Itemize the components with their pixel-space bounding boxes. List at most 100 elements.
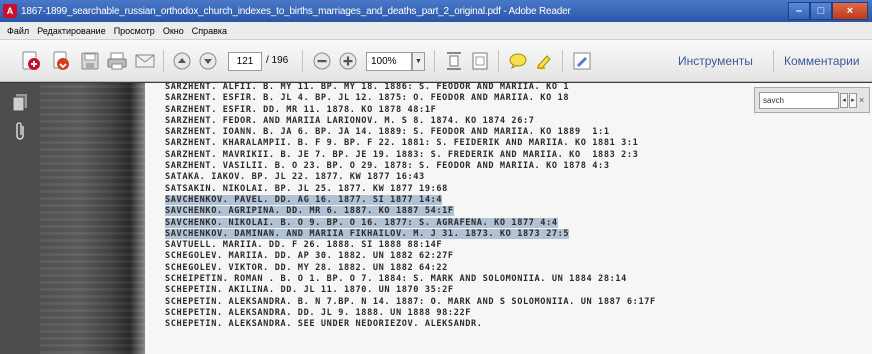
toolbar-separator [163, 50, 164, 72]
speech-bubble-icon [509, 53, 527, 70]
menu-window[interactable]: Окно [159, 26, 188, 36]
page-thumbnails-button[interactable] [10, 91, 30, 113]
index-entry-line: SARZHENT. FEDOR. AND MARIIA LARIONOV. M.… [165, 116, 656, 127]
scanned-page-edge [40, 83, 145, 354]
index-entry-line: SCHEGOLEV. MARIIA. DD. AP 30. 1882. UN 1… [165, 251, 656, 262]
index-entry-line: SARZHENT. MAVRIKII. B. JE 7. BP. JE 19. … [165, 150, 656, 161]
create-pdf-button[interactable] [18, 49, 44, 73]
attachments-button[interactable] [10, 121, 30, 143]
index-entry-line: SAVCHENKOV. DAMINAN. AND MARIIA FIKHAILO… [165, 228, 656, 240]
index-entry-text: SCHEPETIN. AKILINA. DD. JL 11. 1870. UN … [165, 285, 454, 296]
index-entry-line: SCHEPETIN. ALEKSANDRA. DD. JL 9. 1888. U… [165, 308, 656, 319]
menu-file[interactable]: Файл [0, 26, 33, 36]
index-entry-text: SATAKA. IAKOV. BP. JL 22. 1877. KW 1877 … [165, 172, 425, 183]
menu-view[interactable]: Просмотр [110, 26, 159, 36]
index-entry-text: SARZHENT. ESFIR. DD. MR 11. 1878. KO 187… [165, 104, 437, 115]
fit-page-button[interactable] [442, 49, 466, 73]
email-button[interactable] [133, 49, 157, 73]
arrow-up-icon [173, 52, 191, 70]
print-icon [107, 52, 127, 70]
next-page-button[interactable] [196, 49, 220, 73]
find-input[interactable]: savch [759, 91, 839, 109]
page-number-input[interactable]: 121 [228, 52, 262, 71]
navigation-pane [0, 83, 40, 354]
zoom-out-button[interactable] [310, 49, 334, 73]
page-total-label: / 196 [266, 55, 289, 66]
index-entry-text: SCHEPETIN. ALEKSANDRA. B. N 7.BP. N 14. … [165, 296, 656, 307]
create-pdf-icon [22, 51, 40, 70]
index-entry-line: SARZHENT. ESFIR. DD. MR 11. 1878. KO 187… [165, 105, 656, 116]
comment-button[interactable] [506, 49, 530, 73]
index-entry-text: SAVTUELL. MARIIA. DD. F 26. 1888. SI 188… [165, 240, 443, 251]
zoom-level-input[interactable]: 100% [366, 52, 412, 71]
zoom-in-icon [339, 52, 357, 70]
menu-help[interactable]: Справка [188, 26, 231, 36]
index-entry-line: SARZHENT. ALFII. B. MY 11. BP. MY 18. 18… [165, 83, 656, 93]
find-close-icon[interactable]: × [859, 95, 864, 105]
sign-icon [573, 52, 591, 70]
tools-pane-button[interactable]: Инструменты [678, 54, 753, 68]
index-entry-text: SCHEGOLEV. MARIIA. DD. AP 30. 1882. UN 1… [165, 251, 454, 262]
index-entry-text: SAVCHENKO. NIKOLAI. B. O 9. BP. O 16. 18… [165, 217, 558, 228]
paperclip-icon [16, 122, 24, 140]
window-controls: – □ × [788, 2, 868, 20]
fit-width-icon [472, 52, 488, 70]
menu-bar: Файл Редактирование Просмотр Окно Справк… [0, 22, 872, 40]
toolbar-separator [773, 50, 774, 72]
combine-files-button[interactable] [48, 49, 74, 73]
index-entry-text: SARZHENT. FEDOR. AND MARIIA LARIONOV. M.… [165, 115, 535, 126]
index-entry-line: SAVTUELL. MARIIA. DD. F 26. 1888. SI 188… [165, 240, 656, 251]
index-entry-line: SATAKA. IAKOV. BP. JL 22. 1877. KW 1877 … [165, 172, 656, 183]
index-entry-text: SARZHENT. ESFIR. B. JL 4. BP. JL 12. 187… [165, 93, 570, 104]
index-entry-line: SCHEGOLEV. VIKTOR. DD. MY 28. 1882. UN 1… [165, 263, 656, 274]
index-entry-text: SARZHENT. MAVRIKII. B. JE 7. BP. JE 19. … [165, 149, 639, 160]
index-entry-text: SCHEPETIN. ALEKSANDRA. SEE UNDER NEDORIE… [165, 319, 483, 330]
save-icon [81, 52, 99, 70]
menu-edit[interactable]: Редактирование [33, 26, 110, 36]
index-entry-line: SARZHENT. IOANN. B. JA 6. BP. JA 14. 188… [165, 127, 656, 138]
index-entry-line: SARZHENT. VASILII. B. O 23. BP. O 29. 18… [165, 161, 656, 172]
index-entry-text: SATSAKIN. NIKOLAI. BP. JL 25. 1877. KW 1… [165, 183, 448, 194]
toolbar-separator [498, 50, 499, 72]
index-entry-text: SARZHENT. IOANN. B. JA 6. BP. JA 14. 188… [165, 127, 610, 138]
maximize-button[interactable]: □ [810, 2, 832, 20]
index-entry-text: SCHEIPETIN. ROMAN . B. O 1. BP. O 7. 188… [165, 274, 627, 285]
zoom-dropdown-button[interactable]: ▼ [412, 52, 425, 71]
index-entry-text: SCHEGOLEV. VIKTOR. DD. MY 28. 1882. UN 1… [165, 262, 448, 273]
highlight-button[interactable] [532, 49, 556, 73]
title-bar: A 1867-1899_searchable_russian_orthodox_… [0, 0, 872, 22]
index-entry-line: SAVCHENKO. AGRIPINA. DD. MR 6. 1887. KO … [165, 206, 656, 217]
index-entry-line: SAVCHENKO. NIKOLAI. B. O 9. BP. O 16. 18… [165, 217, 656, 229]
combine-files-icon [53, 51, 69, 70]
index-entry-text: SARZHENT. ALFII. B. MY 11. BP. MY 18. 18… [165, 83, 570, 92]
index-entry-text: SAVCHENKO. AGRIPINA. DD. MR 6. 1887. KO … [165, 206, 454, 217]
find-previous-button[interactable]: ◂ [840, 92, 848, 108]
index-entry-line: SATSAKIN. NIKOLAI. BP. JL 25. 1877. KW 1… [165, 184, 656, 195]
find-next-button[interactable]: ▸ [849, 92, 857, 108]
sign-button[interactable] [570, 49, 594, 73]
toolbar-separator [302, 50, 303, 72]
minimize-button[interactable]: – [788, 2, 810, 20]
index-entry-line: SAVCHENKOV. PAVEL. DD. AG 16. 1877. SI 1… [165, 194, 656, 206]
print-button[interactable] [105, 49, 129, 73]
index-entry-text: SAVCHENKOV. PAVEL. DD. AG 16. 1877. SI 1… [165, 194, 443, 205]
save-button[interactable] [78, 49, 102, 73]
document-view[interactable]: SARZHENT. ALFII. B. MY 11. BP. MY 18. 18… [40, 83, 872, 354]
previous-page-button[interactable] [170, 49, 194, 73]
email-icon [135, 54, 155, 68]
index-entry-text: SARZHENT. KHARALAMPII. B. F 9. BP. F 22.… [165, 138, 639, 149]
close-button[interactable]: × [832, 2, 868, 20]
index-entry-text: SCHEPETIN. ALEKSANDRA. DD. JL 9. 1888. U… [165, 307, 472, 318]
pages-icon [12, 94, 27, 112]
window-title: 1867-1899_searchable_russian_orthodox_ch… [21, 5, 571, 17]
index-entry-line: SARZHENT. ESFIR. B. JL 4. BP. JL 12. 187… [165, 93, 656, 104]
arrow-down-icon [199, 52, 217, 70]
index-entry-line: SCHEIPETIN. ROMAN . B. O 1. BP. O 7. 188… [165, 274, 656, 285]
zoom-in-button[interactable] [336, 49, 360, 73]
toolbar-separator [434, 50, 435, 72]
toolbar: 121 / 196 100% ▼ Инструменты Комментарии [0, 40, 872, 82]
find-toolbar: savch ◂ ▸ × [754, 87, 870, 113]
fit-width-button[interactable] [468, 49, 492, 73]
index-entry-line: SCHEPETIN. ALEKSANDRA. B. N 7.BP. N 14. … [165, 297, 656, 308]
comments-pane-button[interactable]: Комментарии [784, 54, 860, 68]
